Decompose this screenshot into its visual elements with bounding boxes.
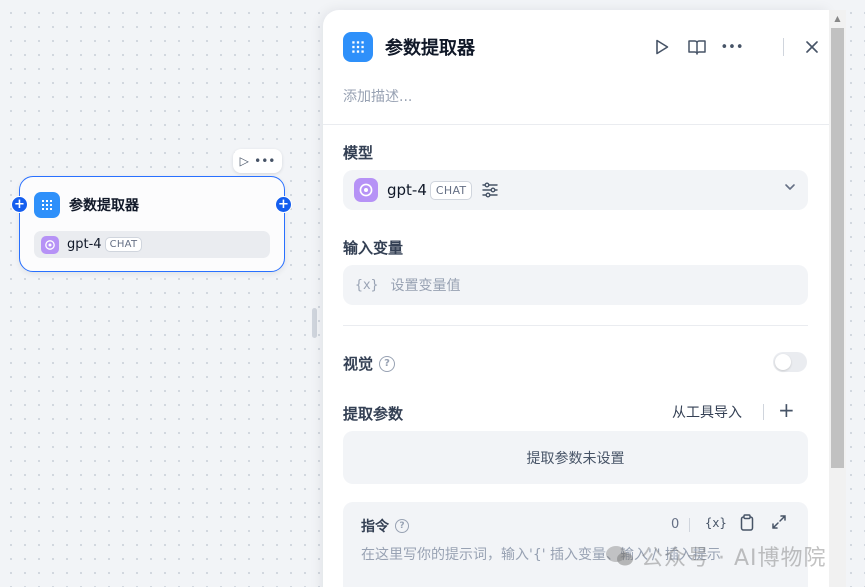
parameter-extractor-icon: [34, 192, 60, 218]
header-divider: [783, 38, 784, 56]
divider: [763, 404, 764, 420]
model-label: 模型: [343, 144, 374, 162]
openai-icon: [354, 178, 378, 202]
openai-icon: [41, 235, 59, 254]
import-from-tool-button[interactable]: 从工具导入: [672, 402, 742, 422]
watermark: 公众号 · AI博物院: [605, 540, 827, 572]
input-variable-select[interactable]: {x} 设置变量值: [343, 265, 808, 305]
node-settings-panel: 参数提取器 ••• 添加描述... 模型 gpt-4 CHAT 输入变量 {x}…: [323, 10, 829, 587]
node-model-chip: gpt-4 CHAT: [34, 231, 270, 258]
input-variable-label: 输入变量: [343, 239, 404, 257]
chevron-down-icon[interactable]: [784, 181, 796, 196]
wechat-logo-icon: [606, 546, 633, 566]
panel-header: 参数提取器 •••: [343, 32, 829, 62]
node-run-icon[interactable]: ▷: [240, 155, 249, 167]
expand-icon[interactable]: [771, 514, 787, 534]
scrollbar-thumb[interactable]: [831, 28, 844, 468]
node-header: 参数提取器: [34, 192, 139, 218]
node-output-handle[interactable]: +: [275, 196, 292, 213]
more-horizontal-icon[interactable]: •••: [719, 32, 745, 62]
plus-icon[interactable]: +: [778, 398, 795, 422]
sliders-icon[interactable]: [481, 181, 499, 199]
clipboard-icon[interactable]: [740, 514, 754, 535]
question-circle-icon[interactable]: ?: [379, 355, 396, 372]
parameter-extractor-icon: [343, 32, 373, 62]
parameter-extractor-node[interactable]: 参数提取器 gpt-4 CHAT: [19, 176, 285, 272]
instruction-label: 指令: [361, 519, 389, 535]
vision-toggle[interactable]: [773, 352, 807, 372]
book-icon[interactable]: [684, 32, 710, 62]
model-name: gpt-4: [387, 181, 427, 199]
description-input[interactable]: 添加描述...: [343, 86, 412, 106]
input-variable-placeholder: 设置变量值: [390, 278, 461, 294]
panel-resize-handle[interactable]: [312, 308, 317, 338]
extract-params-empty: 提取参数未设置: [343, 431, 808, 484]
divider: [689, 518, 690, 532]
instruction-char-count: 0: [671, 517, 680, 532]
model-select[interactable]: gpt-4 CHAT: [343, 170, 808, 210]
panel-title[interactable]: 参数提取器: [385, 34, 475, 60]
instruction-label-row: 指令 ?: [361, 516, 409, 536]
toggle-knob: [775, 354, 791, 370]
vision-label: 视觉: [343, 355, 374, 373]
divider: [323, 124, 829, 125]
close-icon[interactable]: [799, 32, 825, 62]
node-title: 参数提取器: [69, 198, 139, 214]
question-circle-icon[interactable]: ?: [395, 519, 409, 533]
node-model-badge: CHAT: [104, 237, 143, 252]
divider: [343, 325, 808, 326]
play-icon[interactable]: [649, 32, 675, 62]
node-toolbar: ▷ •••: [233, 149, 282, 173]
insert-variable-icon[interactable]: {x}: [705, 516, 727, 530]
node-more-icon[interactable]: •••: [254, 155, 275, 167]
watermark-text: 公众号 · AI博物院: [641, 546, 827, 571]
node-input-handle[interactable]: +: [11, 196, 28, 213]
variable-icon: {x}: [355, 277, 379, 293]
vision-label-row: 视觉 ?: [343, 353, 396, 374]
scrollbar[interactable]: ▲: [829, 10, 846, 587]
model-badge: CHAT: [429, 180, 473, 200]
extract-params-label: 提取参数: [343, 405, 404, 423]
scroll-up-icon[interactable]: ▲: [829, 10, 846, 27]
node-model-name: gpt-4: [67, 237, 102, 252]
